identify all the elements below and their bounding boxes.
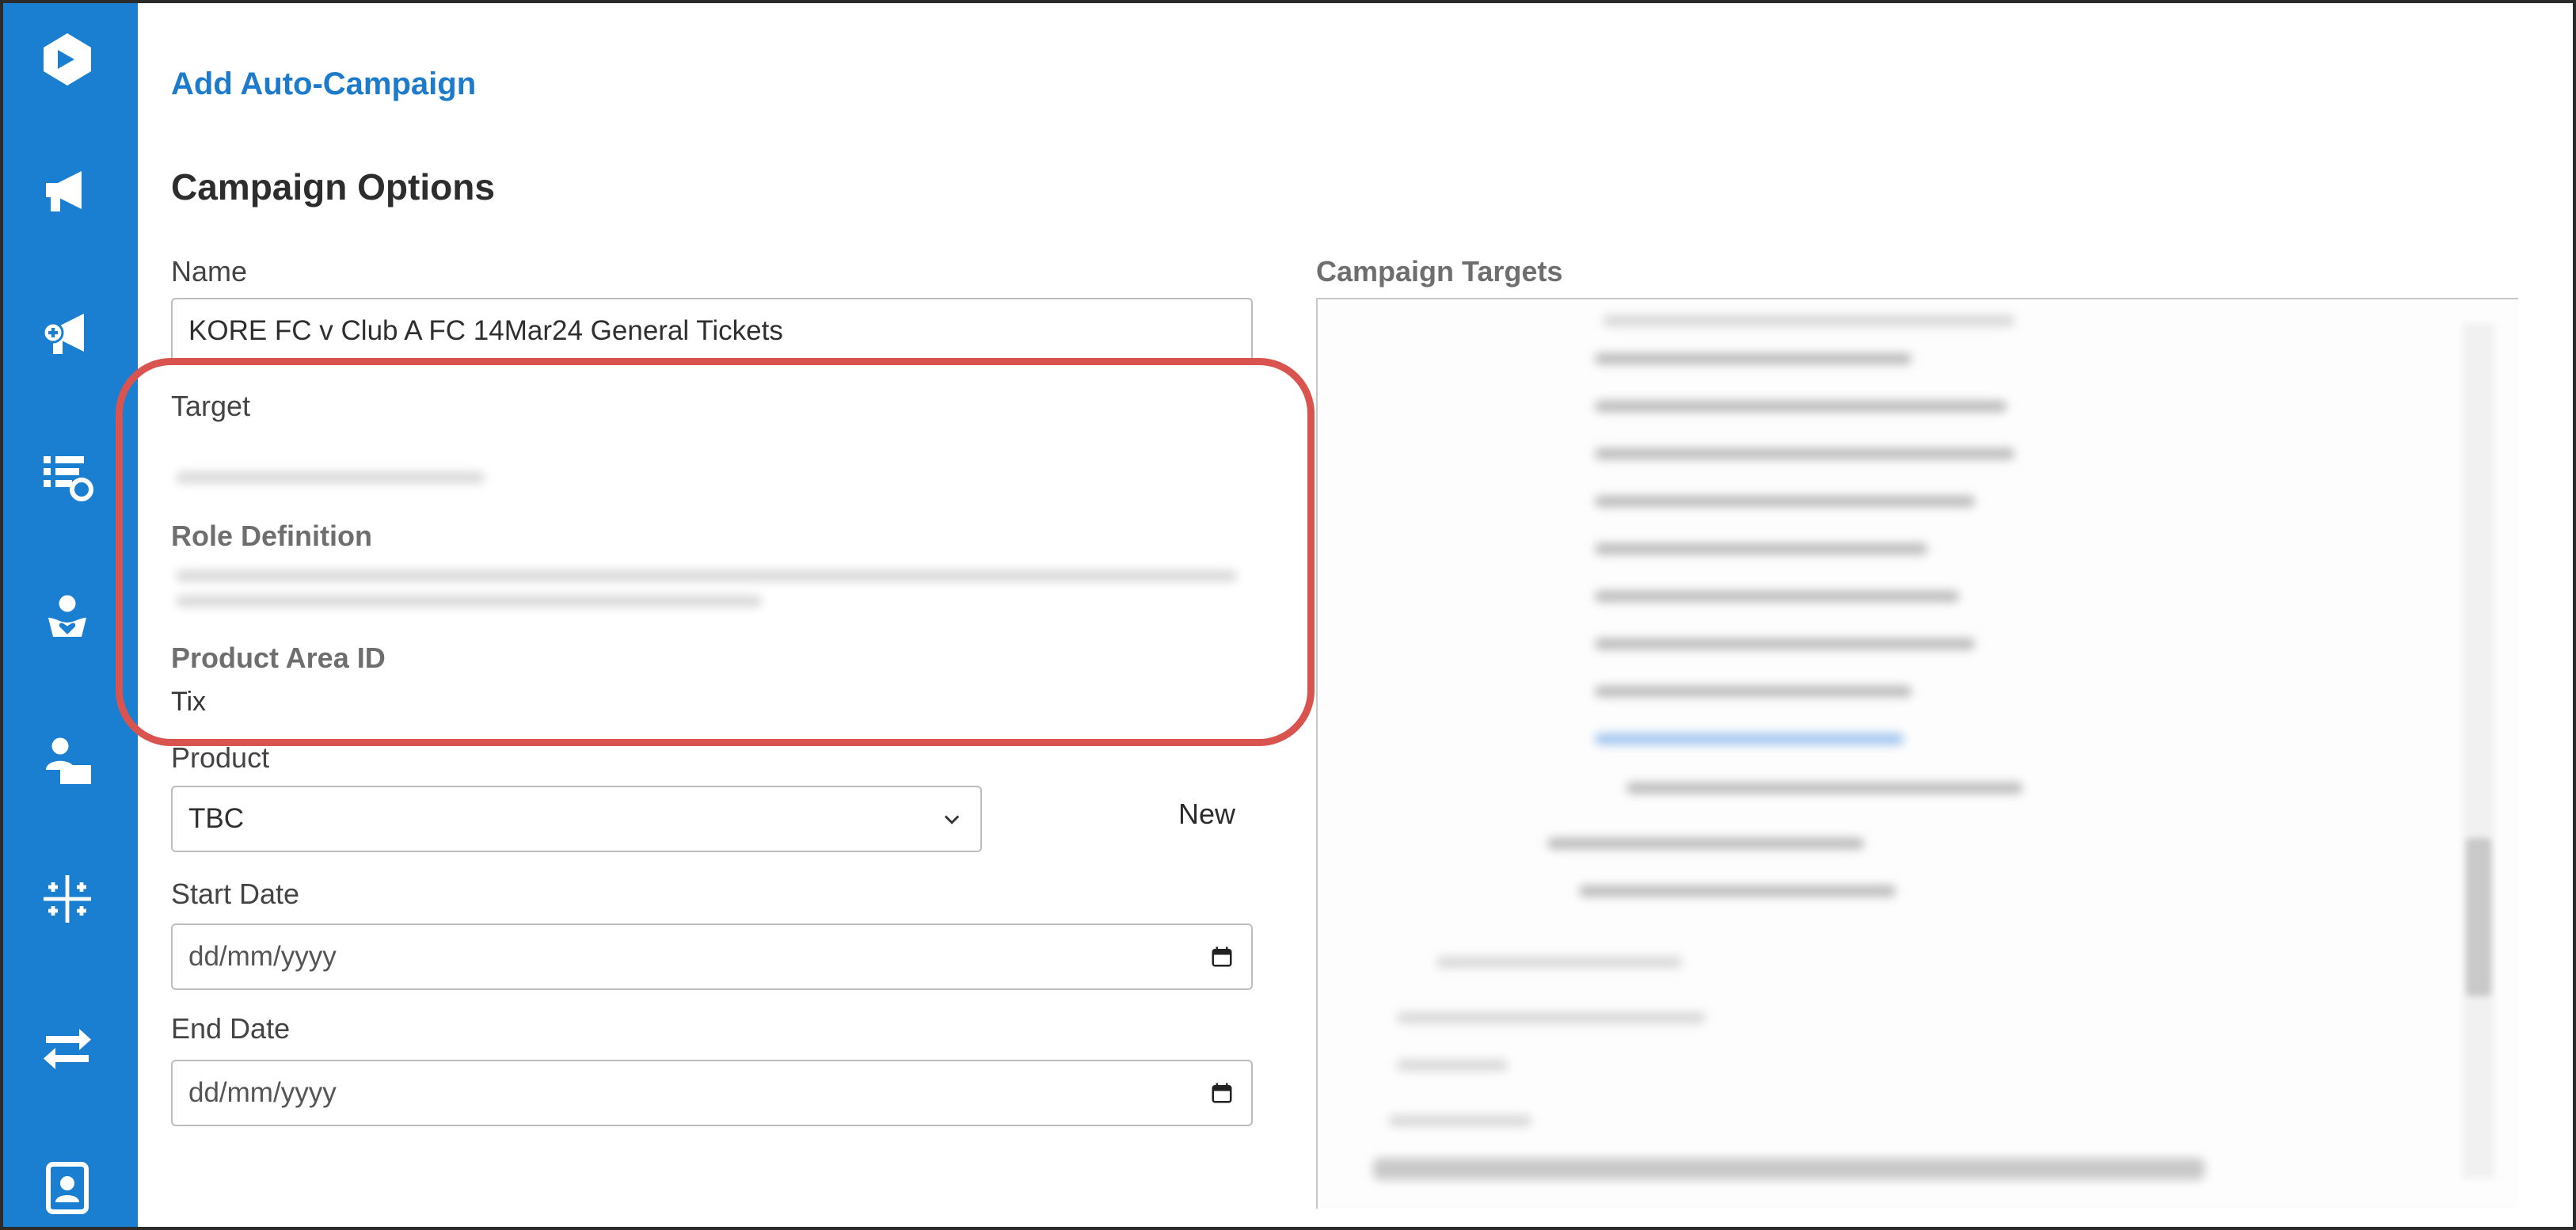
end-date-placeholder: dd/mm/yyyy (188, 1077, 337, 1108)
page-title[interactable]: Add Auto-Campaign (171, 67, 476, 102)
tree-node-redacted (1595, 448, 2015, 459)
transfer-arrows-icon[interactable] (35, 1013, 100, 1078)
start-date-label: Start Date (171, 878, 300, 910)
megaphone-icon[interactable] (35, 158, 100, 223)
tree-node-redacted (1579, 885, 1896, 897)
name-label: Name (171, 255, 248, 288)
campaign-targets-tree[interactable] (1316, 298, 2518, 1209)
tree-node-redacted (1595, 353, 1912, 364)
tree-node-redacted-selected (1595, 733, 1904, 744)
campaign-targets-label: Campaign Targets (1316, 255, 1563, 288)
start-date-placeholder: dd/mm/yyyy (188, 941, 337, 972)
tree-node-redacted (1389, 1115, 1532, 1126)
role-definition-value-redacted (176, 570, 1237, 581)
product-area-value: Tix (171, 687, 207, 717)
tree-node-redacted (1627, 783, 2022, 794)
start-date-input[interactable]: dd/mm/yyyy (171, 923, 1253, 990)
target-label: Target (171, 390, 251, 422)
contact-card-icon[interactable] (35, 1156, 100, 1220)
tree-node-redacted (1595, 686, 1912, 697)
chevron-down-icon (944, 815, 960, 824)
product-select-value: TBC (188, 803, 244, 834)
tree-node-redacted (1547, 838, 1864, 849)
person-box-icon[interactable] (35, 728, 100, 793)
megaphone-plus-icon[interactable] (35, 300, 100, 365)
logo-cube-icon[interactable] (35, 27, 100, 92)
product-area-label: Product Area ID (171, 642, 386, 674)
tree-node-redacted (1595, 496, 1975, 507)
end-date-label: End Date (171, 1012, 291, 1045)
sparkle-grid-icon[interactable] (35, 866, 100, 931)
end-date-input[interactable]: dd/mm/yyyy (171, 1060, 1253, 1126)
tree-node-redacted (1595, 401, 2007, 412)
calendar-icon[interactable] (1210, 1081, 1234, 1105)
new-product-button[interactable]: New (1178, 798, 1235, 831)
person-heart-icon[interactable] (35, 585, 100, 650)
product-select[interactable]: TBC (171, 786, 982, 852)
calendar-icon[interactable] (1210, 945, 1234, 969)
tree-node-redacted (1603, 315, 2015, 326)
target-value-redacted (176, 472, 485, 483)
main-content: Add Auto-Campaign Campaign Options Name … (138, 3, 2573, 1227)
name-input[interactable]: KORE FC v Club A FC 14Mar24 General Tick… (171, 298, 1253, 364)
name-input-value: KORE FC v Club A FC 14Mar24 General Tick… (188, 315, 783, 346)
tree-node-redacted (1595, 638, 1975, 649)
role-definition-value-redacted-2 (176, 596, 762, 607)
product-label: Product (171, 741, 270, 774)
vertical-scrollbar[interactable] (2463, 323, 2494, 1179)
section-title: Campaign Options (171, 166, 495, 208)
tree-node-redacted (1595, 543, 1927, 554)
tree-node-redacted (1436, 957, 1682, 968)
vertical-scrollbar-thumb[interactable] (2466, 838, 2491, 996)
list-settings-icon[interactable] (35, 443, 100, 508)
sidebar (3, 3, 138, 1227)
tree-node-redacted (1397, 1012, 1706, 1023)
horizontal-scrollbar[interactable] (1373, 1158, 2205, 1180)
app-window: Add Auto-Campaign Campaign Options Name … (0, 0, 2576, 1230)
tree-node-redacted (1397, 1060, 1508, 1071)
tree-node-redacted (1595, 591, 1959, 602)
role-definition-label: Role Definition (171, 520, 372, 552)
